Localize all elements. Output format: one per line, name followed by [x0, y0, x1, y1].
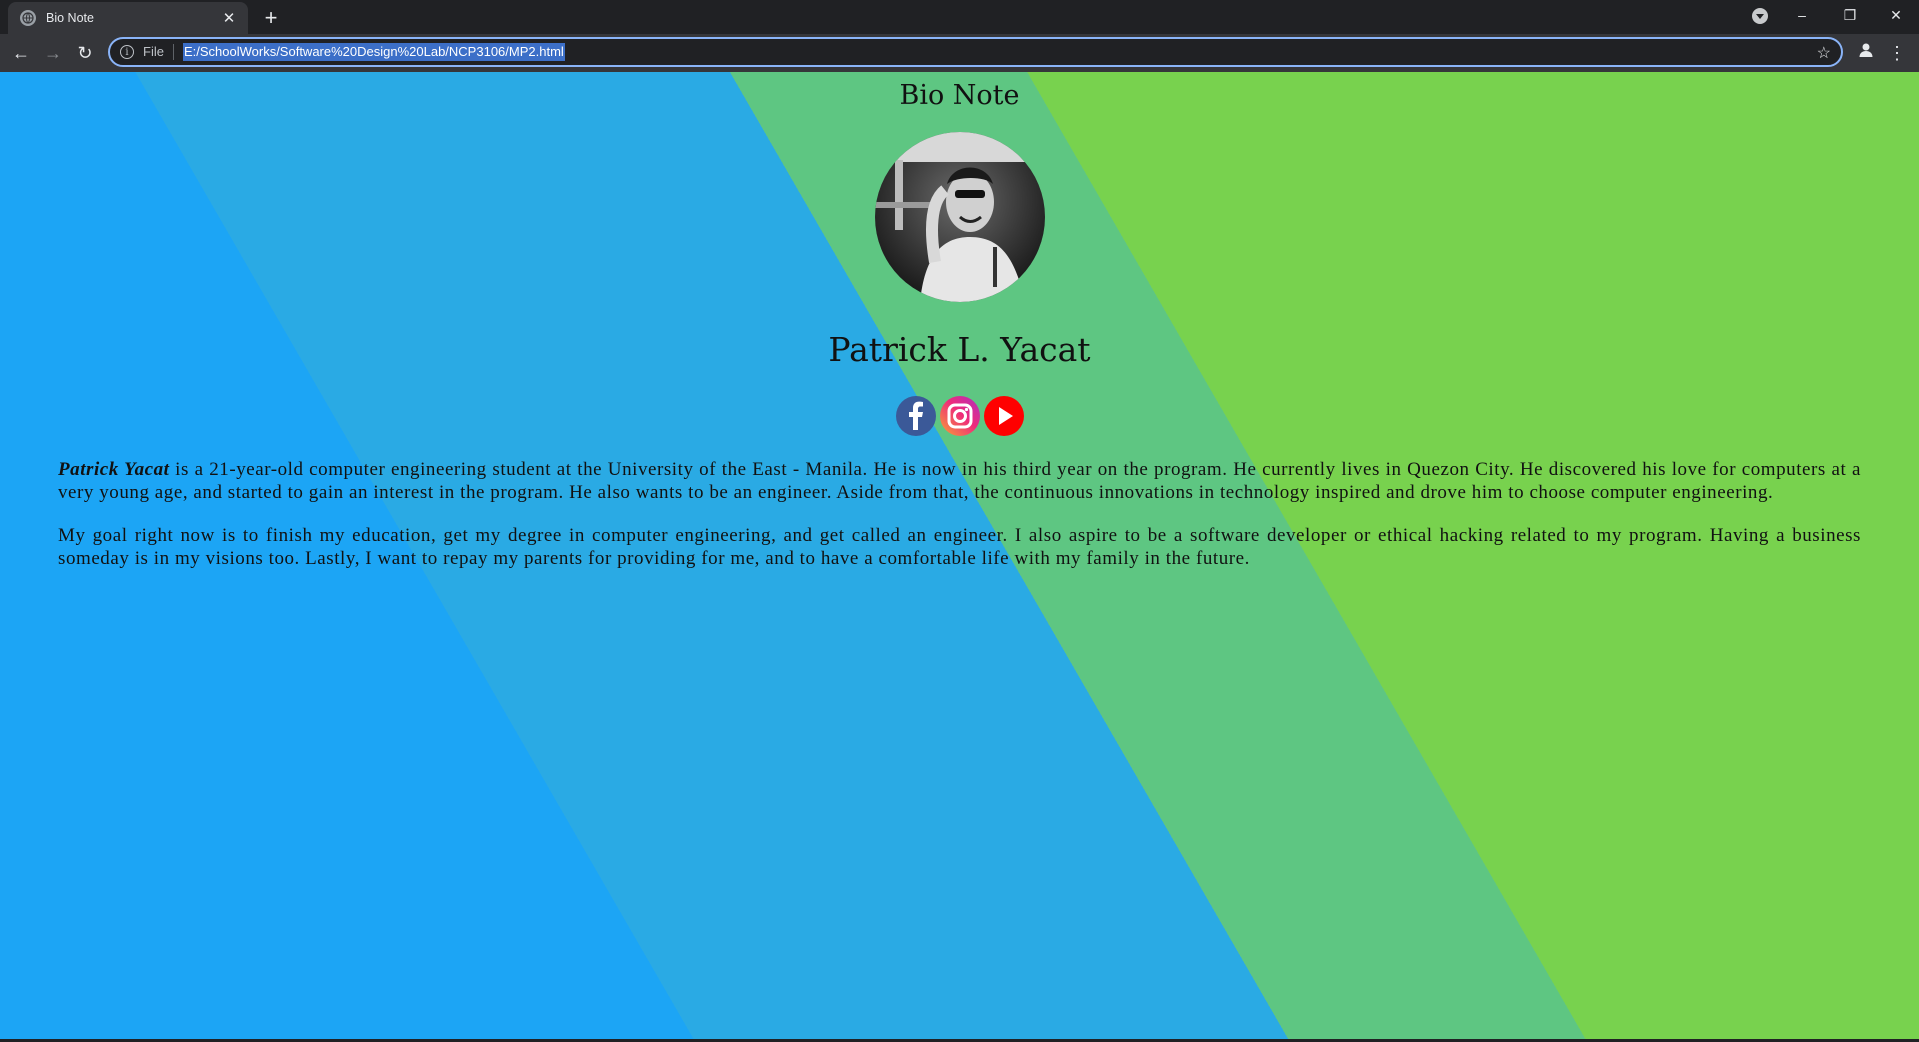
tab-bio-note[interactable]: Bio Note ✕: [8, 2, 248, 34]
instagram-link[interactable]: [940, 396, 980, 436]
restore-button[interactable]: ❐: [1827, 0, 1873, 30]
instagram-icon: [947, 403, 973, 429]
bio-text: Patrick Yacat is a 21-year-old computer …: [58, 458, 1861, 590]
url-text[interactable]: E:/SchoolWorks/Software%20Design%20Lab/N…: [182, 43, 565, 61]
forward-icon[interactable]: →: [38, 38, 68, 68]
bio-paragraph-1-text: is a 21-year-old computer engineering st…: [58, 459, 1861, 503]
close-tab-icon[interactable]: ✕: [220, 9, 238, 27]
info-icon[interactable]: i: [120, 45, 134, 59]
menu-kebab-icon[interactable]: ⋮: [1887, 42, 1907, 64]
bio-paragraph-1: Patrick Yacat is a 21-year-old computer …: [58, 458, 1861, 504]
page-title: Bio Note: [899, 80, 1020, 111]
minimize-button[interactable]: –: [1779, 0, 1825, 30]
play-icon: [999, 407, 1013, 425]
back-icon[interactable]: ←: [6, 38, 36, 68]
page-viewport: Bio Note Patrick L. Yacat Patrick Yacat …: [0, 72, 1919, 1039]
tab-search-icon[interactable]: [1752, 8, 1768, 24]
browser-toolbar: ← → ↻ i File E:/SchoolWorks/Software%20D…: [0, 34, 1919, 72]
globe-icon: [20, 10, 36, 26]
scheme-label: File: [143, 44, 174, 60]
new-tab-button[interactable]: +: [258, 5, 284, 31]
social-links: [896, 396, 1024, 436]
profile-photo: [875, 132, 1045, 302]
bookmark-star-icon[interactable]: ☆: [1817, 43, 1831, 63]
tab-title: Bio Note: [46, 11, 94, 25]
bio-name: Patrick Yacat: [58, 459, 170, 480]
close-window-button[interactable]: ✕: [1873, 0, 1919, 30]
reload-icon[interactable]: ↻: [70, 38, 100, 68]
person-name: Patrick L. Yacat: [828, 330, 1091, 369]
address-bar[interactable]: i File E:/SchoolWorks/Software%20Design%…: [108, 37, 1843, 67]
profile-icon[interactable]: [1855, 42, 1877, 64]
facebook-link[interactable]: [896, 396, 936, 436]
youtube-link[interactable]: [984, 396, 1024, 436]
bio-paragraph-2: My goal right now is to finish my educat…: [58, 525, 1861, 569]
tab-strip: Bio Note ✕ + – ❐ ✕: [0, 0, 1919, 34]
facebook-icon: [909, 401, 923, 430]
